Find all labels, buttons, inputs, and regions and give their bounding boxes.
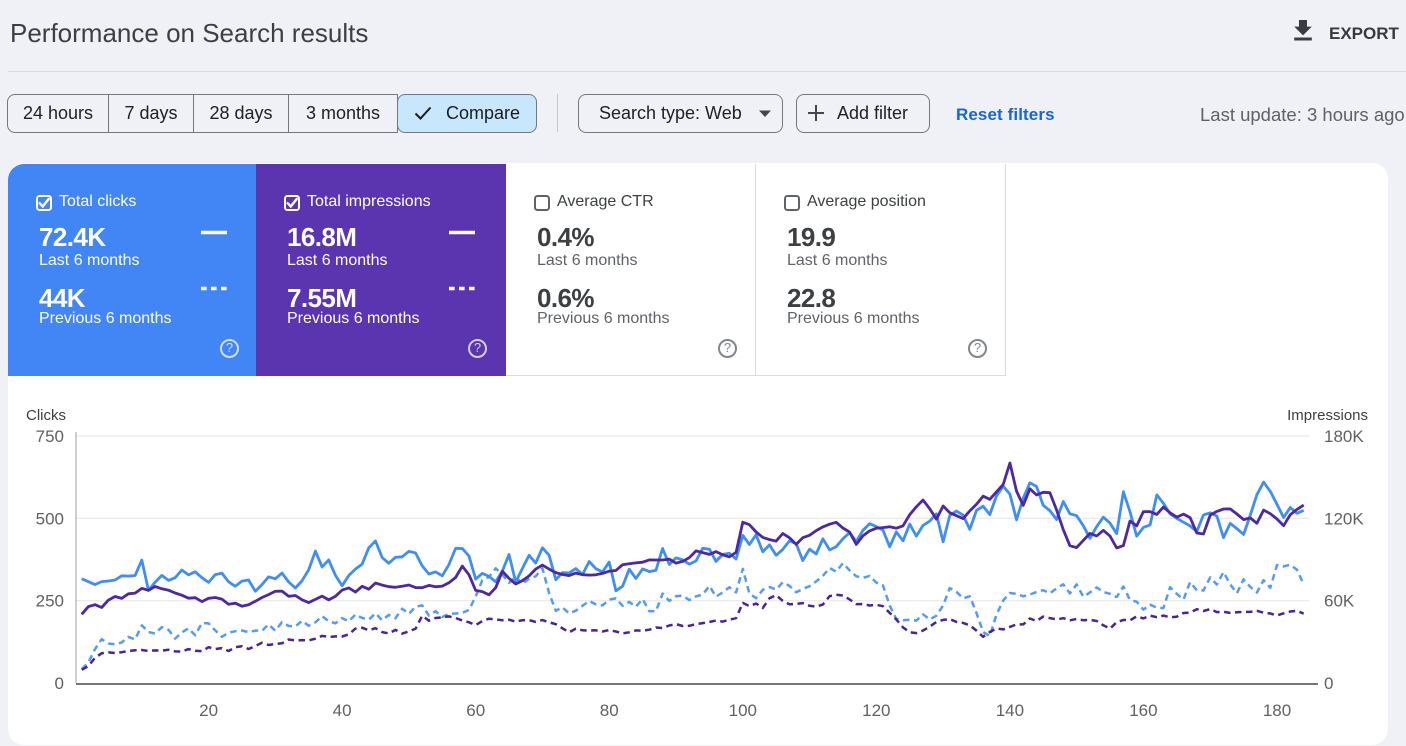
svg-text:Clicks: Clicks <box>26 407 66 424</box>
svg-text:180: 180 <box>1263 701 1291 720</box>
svg-text:60K: 60K <box>1324 592 1355 611</box>
svg-text:120K: 120K <box>1324 509 1364 528</box>
svg-text:250: 250 <box>36 592 64 611</box>
svg-text:750: 750 <box>36 427 64 446</box>
svg-text:180K: 180K <box>1324 427 1364 446</box>
svg-text:0: 0 <box>55 674 64 693</box>
svg-text:140: 140 <box>996 701 1024 720</box>
svg-text:100: 100 <box>729 701 757 720</box>
svg-text:0: 0 <box>1324 674 1333 693</box>
svg-text:160: 160 <box>1129 701 1157 720</box>
svg-text:20: 20 <box>199 701 218 720</box>
svg-text:Impressions: Impressions <box>1287 407 1368 424</box>
svg-text:40: 40 <box>333 701 352 720</box>
svg-text:60: 60 <box>466 701 485 720</box>
svg-text:80: 80 <box>600 701 619 720</box>
svg-text:500: 500 <box>36 509 64 528</box>
svg-text:120: 120 <box>862 701 890 720</box>
